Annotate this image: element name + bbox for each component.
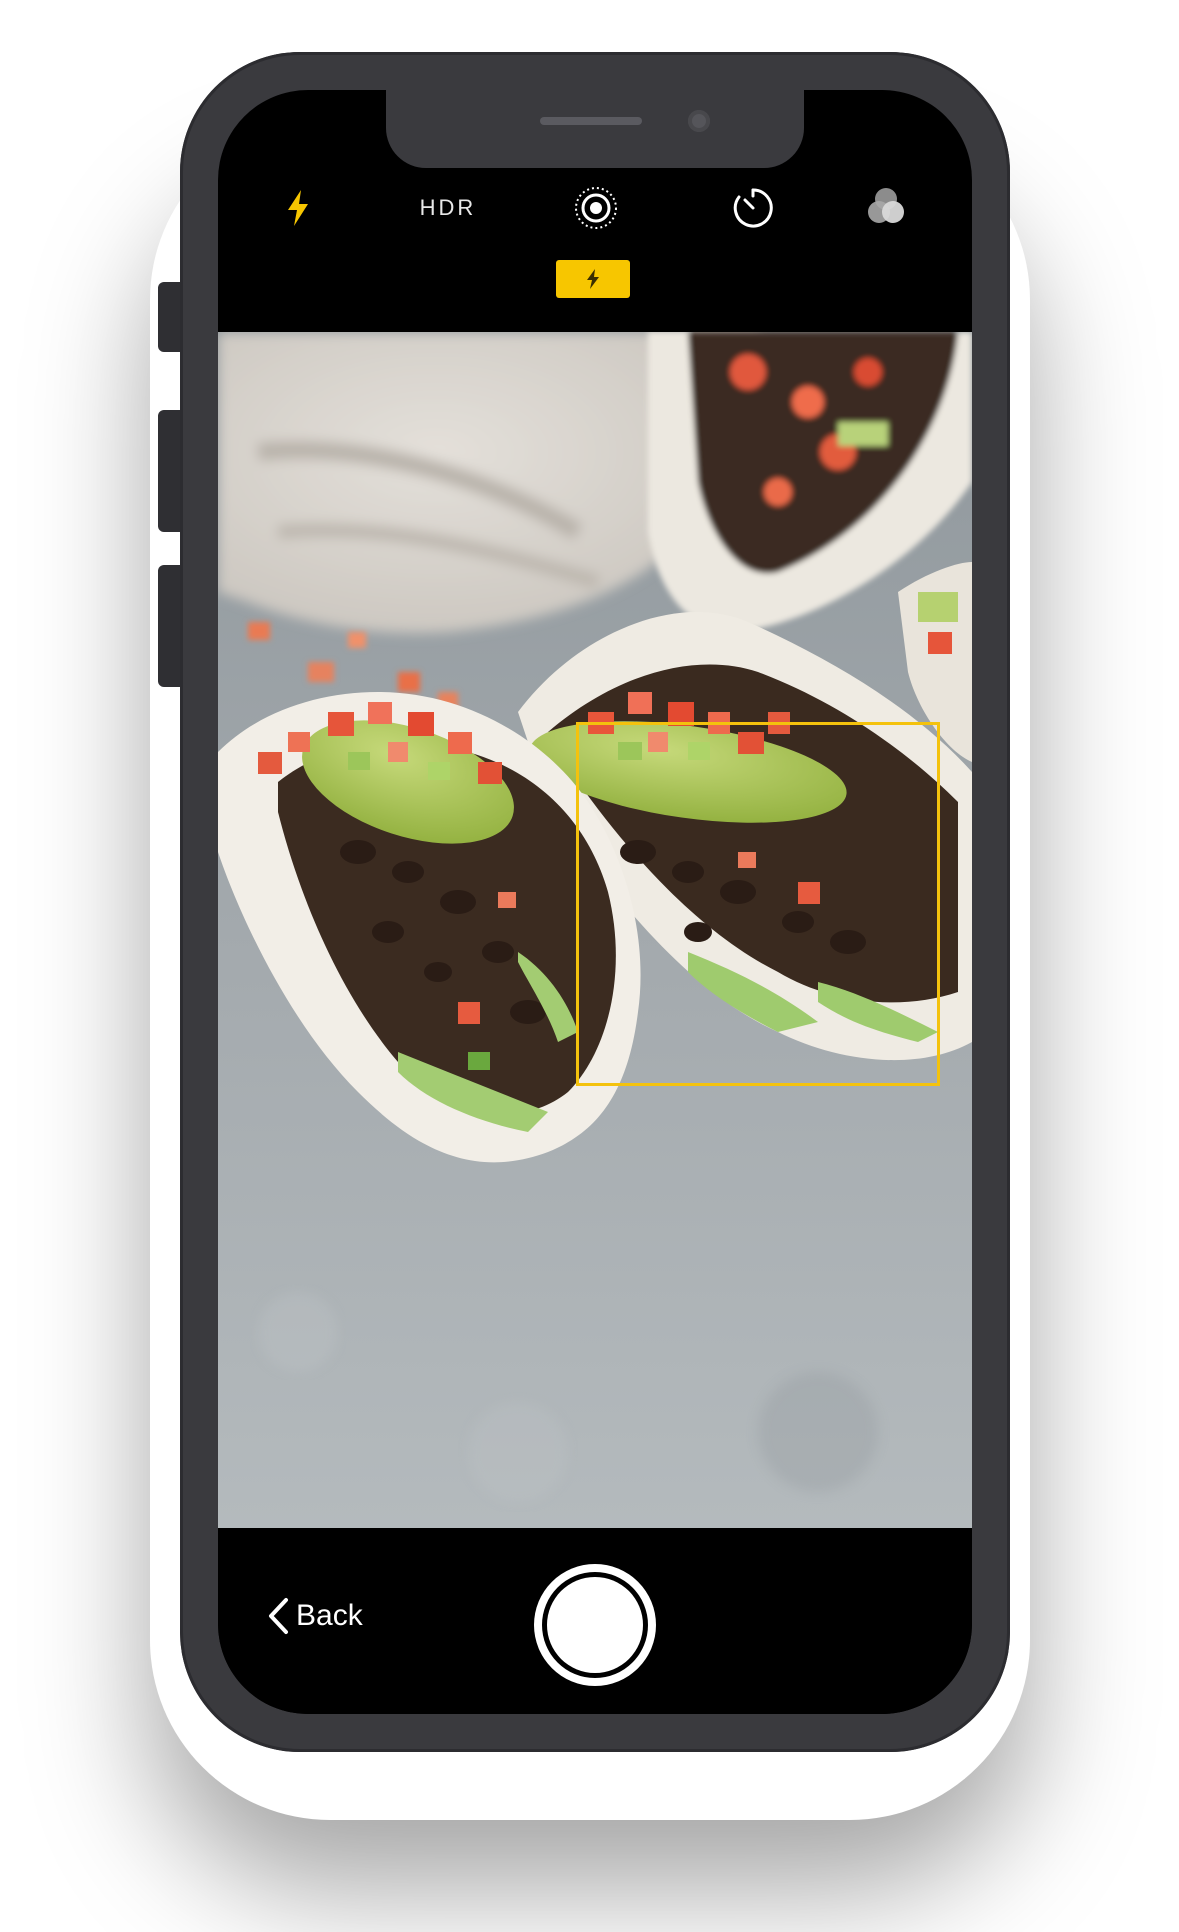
back-label: Back [296,1599,363,1632]
notch [386,90,804,168]
hdr-button[interactable]: HDR [398,178,498,238]
flash-indicator [556,260,630,298]
camera-bottom-bar: Back [218,1528,972,1714]
chevron-left-icon [269,1598,288,1634]
flash-button[interactable] [268,178,328,238]
speaker [540,117,642,125]
viewfinder[interactable] [218,332,972,1528]
stage: HDR Back [0,0,1179,1932]
flash-icon [587,269,599,289]
filters-icon [868,188,904,223]
camera-screen: HDR Back [218,90,972,1714]
shutter-inner [547,1577,643,1673]
live-photo-button[interactable] [566,178,626,238]
phone-frame: HDR Back [180,52,1010,1752]
front-camera [688,110,710,132]
camera-top-bar: HDR [218,178,972,238]
live-photo-icon [575,187,617,229]
timer-button[interactable] [723,178,783,238]
filters-button[interactable] [856,178,916,238]
back-button[interactable]: Back [266,1594,363,1638]
focus-box [576,722,940,1086]
flash-icon [288,190,308,226]
timer-icon [733,188,773,228]
shutter-button[interactable] [534,1564,656,1686]
